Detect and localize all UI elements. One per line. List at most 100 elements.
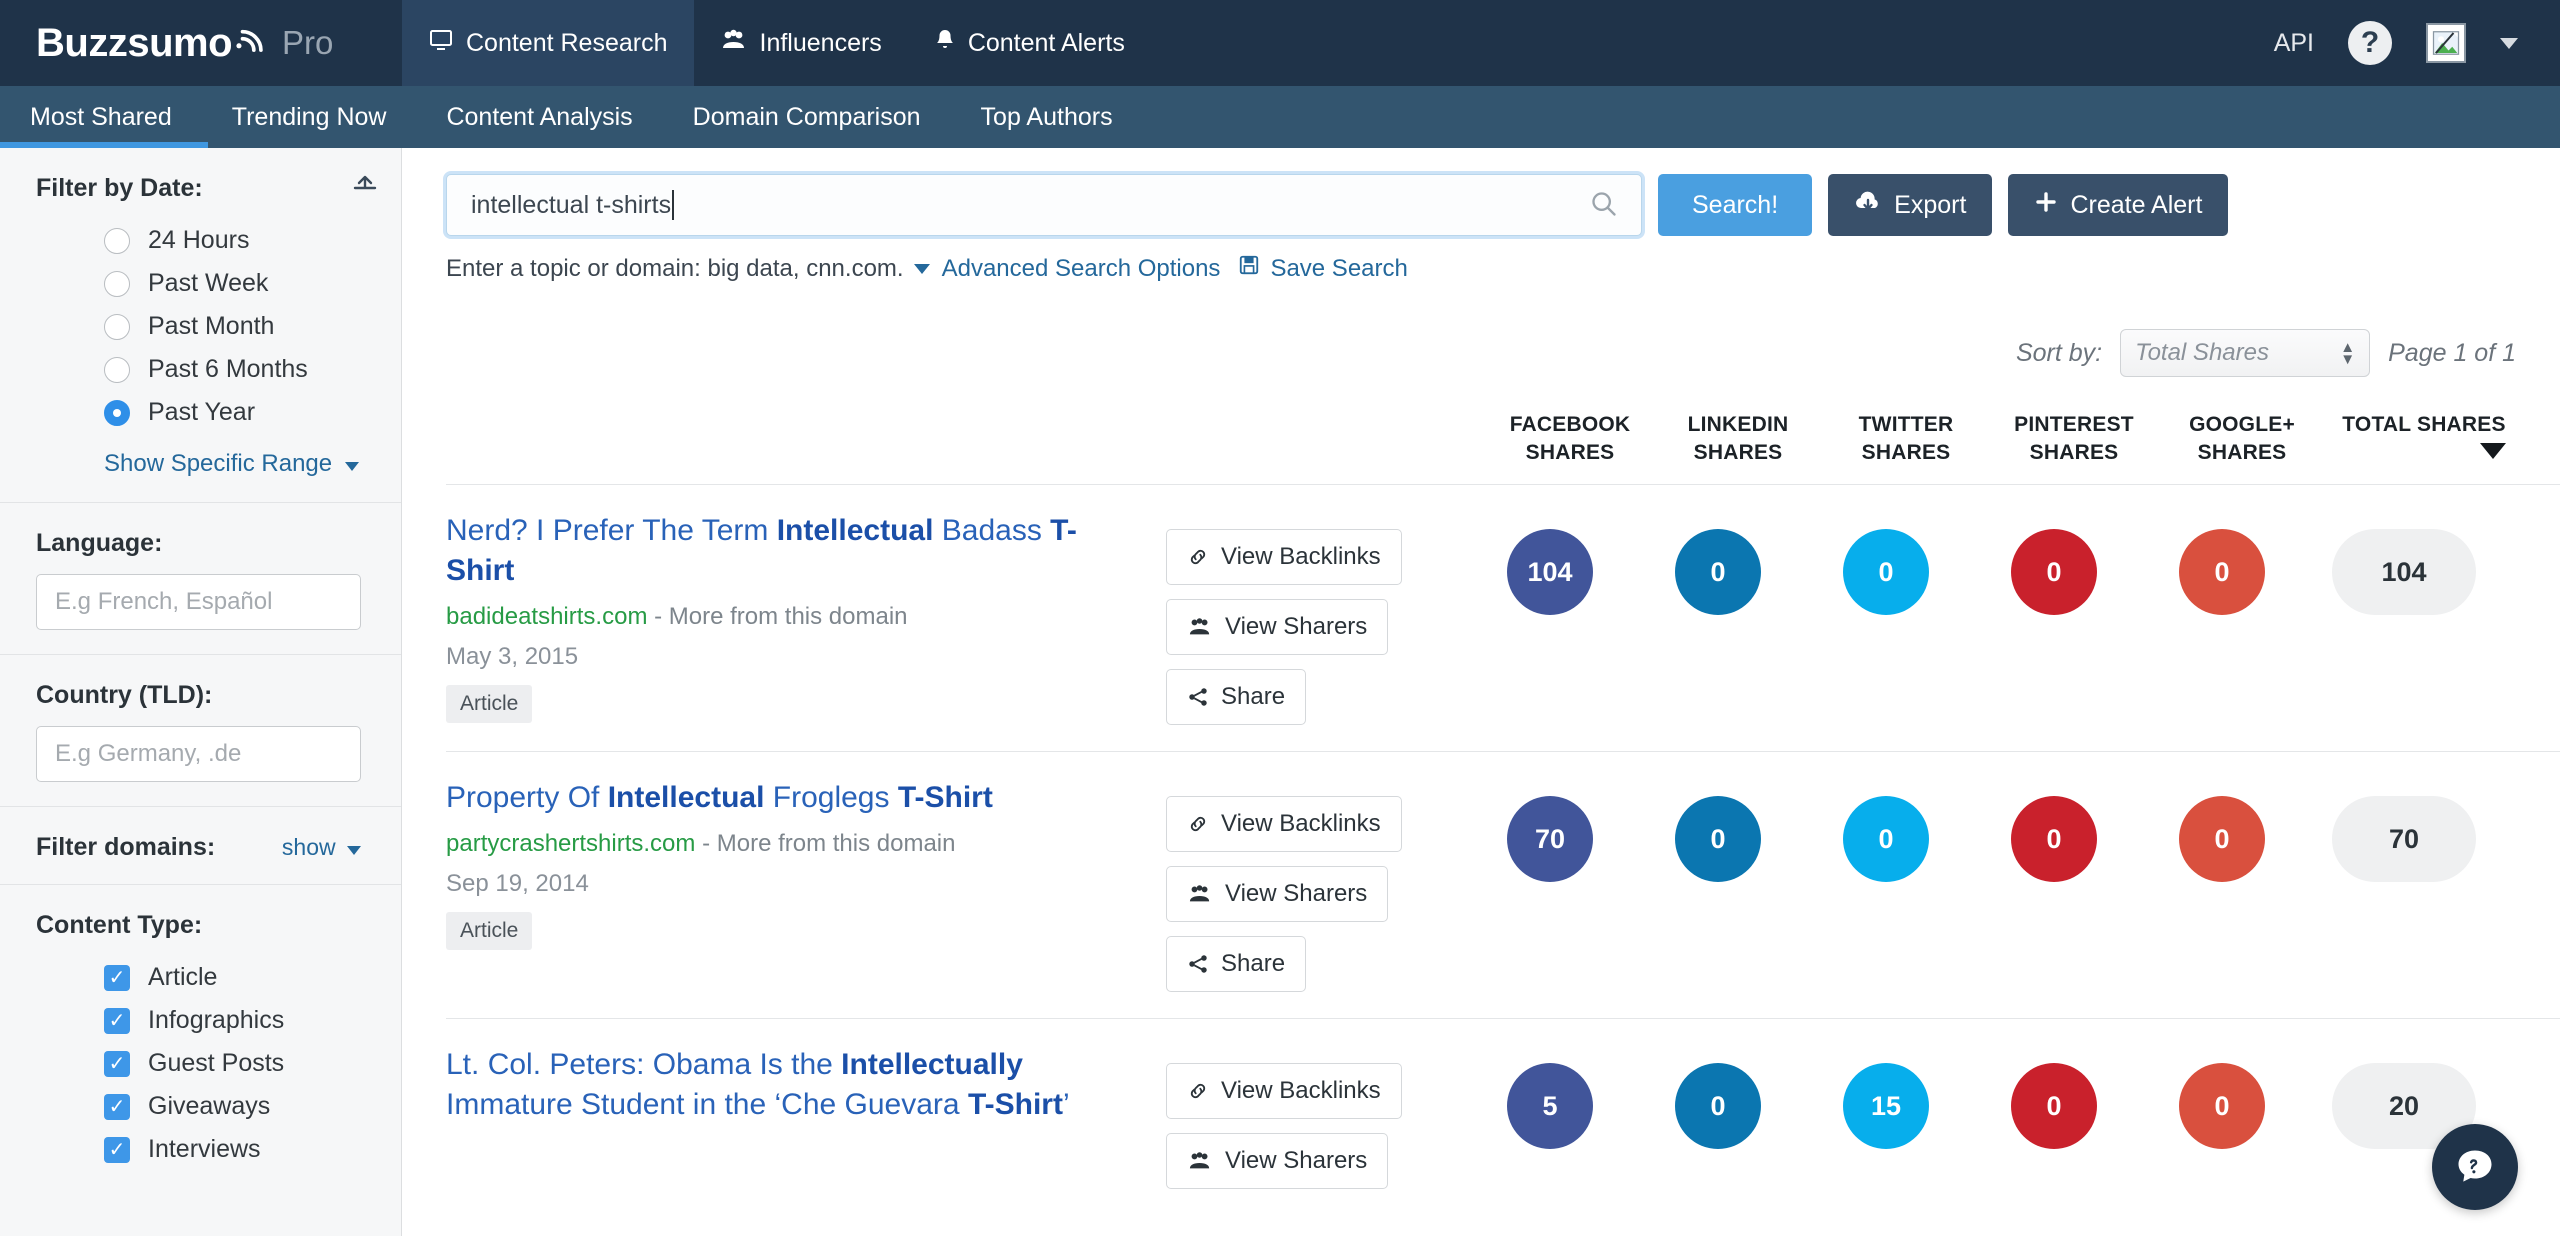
sort-by-select[interactable]: Total Shares ▲ ▼ bbox=[2120, 329, 2371, 377]
filter-domains-title: Filter domains: bbox=[36, 833, 216, 861]
tab-trending-now[interactable]: Trending Now bbox=[202, 86, 417, 148]
share-count-facebook: 104 bbox=[1507, 529, 1593, 616]
link-icon bbox=[1187, 546, 1209, 568]
stat-cell-linkedin: 0 bbox=[1634, 796, 1802, 883]
view-sharers-button[interactable]: View Sharers bbox=[1166, 866, 1389, 923]
share-count-facebook: 70 bbox=[1507, 796, 1593, 883]
more-from-domain-link[interactable]: - More from this domain bbox=[695, 830, 955, 857]
result-title-text: Badass bbox=[933, 514, 1051, 548]
result-details: Property Of Intellectual Froglegs T-Shir… bbox=[446, 778, 1166, 951]
action-button-label: View Backlinks bbox=[1221, 810, 1381, 838]
checkbox-checked-icon[interactable]: ✓ bbox=[104, 1050, 130, 1077]
chevron-down-icon bbox=[344, 462, 359, 471]
view-backlinks-button[interactable]: View Backlinks bbox=[1166, 796, 1402, 853]
result-domain-link[interactable]: partycrashertshirts.com bbox=[446, 830, 695, 857]
stat-cell-googleplus: 0 bbox=[2138, 529, 2306, 616]
search-input[interactable]: intellectual t-shirts bbox=[446, 174, 1642, 236]
checkbox-checked-icon[interactable]: ✓ bbox=[104, 1007, 130, 1034]
advanced-search-options-link[interactable]: Advanced Search Options bbox=[942, 255, 1221, 283]
save-search-link[interactable]: Save Search bbox=[1270, 255, 1407, 283]
help-chat-button[interactable] bbox=[2432, 1124, 2518, 1210]
column-header-twitter-shares[interactable]: TWITTER SHARES bbox=[1822, 411, 1990, 466]
result-details: Lt. Col. Peters: Obama Is the Intellectu… bbox=[446, 1045, 1166, 1124]
column-header-linkedin-shares[interactable]: LINKEDIN SHARES bbox=[1654, 411, 1822, 466]
filter-domains-show-toggle[interactable]: show bbox=[282, 834, 361, 861]
search-icon[interactable] bbox=[1590, 190, 1618, 223]
result-title-highlight: T-Shirt bbox=[897, 781, 993, 815]
nav-item-content-research[interactable]: Content Research bbox=[402, 0, 694, 86]
filter-by-date-section: Filter by Date: 24 Hours Past Week Past … bbox=[0, 148, 401, 503]
action-button-label: Share bbox=[1221, 683, 1286, 711]
tab-most-shared[interactable]: Most Shared bbox=[0, 86, 202, 148]
column-header-googleplus-shares[interactable]: GOOGLE+ SHARES bbox=[2158, 411, 2326, 466]
api-link[interactable]: API bbox=[2274, 29, 2314, 58]
column-line-1: PINTEREST bbox=[2014, 413, 2134, 436]
checkbox-checked-icon[interactable]: ✓ bbox=[104, 964, 130, 991]
radio-icon[interactable] bbox=[104, 313, 130, 340]
create-alert-button[interactable]: Create Alert bbox=[2008, 174, 2229, 236]
column-header-total-shares[interactable]: TOTAL SHARES bbox=[2326, 411, 2522, 466]
date-option-past-month[interactable]: Past Month bbox=[36, 305, 361, 348]
radio-icon[interactable] bbox=[104, 270, 130, 297]
column-line-2: SHARES bbox=[1861, 440, 1951, 464]
share-count-googleplus: 0 bbox=[2179, 796, 2265, 883]
filter-by-date-title: Filter by Date: bbox=[36, 174, 203, 202]
tab-domain-comparison[interactable]: Domain Comparison bbox=[663, 86, 951, 148]
result-title-text: Immature Student in the ‘Che Guevara bbox=[446, 1088, 968, 1122]
share-button[interactable]: Share bbox=[1166, 669, 1307, 726]
content-type-infographics[interactable]: ✓ Infographics bbox=[36, 999, 361, 1042]
content-type-giveaways[interactable]: ✓ Giveaways bbox=[36, 1085, 361, 1128]
date-option-past-6-months[interactable]: Past 6 Months bbox=[36, 348, 361, 391]
share-nodes-icon bbox=[1187, 686, 1209, 708]
show-specific-range-link[interactable]: Show Specific Range bbox=[36, 450, 361, 478]
language-input[interactable] bbox=[36, 574, 361, 630]
chevron-down-icon[interactable] bbox=[2500, 37, 2518, 49]
share-button[interactable]: Share bbox=[1166, 936, 1307, 993]
show-specific-range-label: Show Specific Range bbox=[104, 450, 333, 477]
view-sharers-button[interactable]: View Sharers bbox=[1166, 1133, 1389, 1190]
view-sharers-button[interactable]: View Sharers bbox=[1166, 599, 1389, 656]
tab-top-authors[interactable]: Top Authors bbox=[951, 86, 1143, 148]
avatar[interactable] bbox=[2426, 23, 2466, 63]
column-line-2: SHARES bbox=[1525, 440, 1615, 464]
collapse-sidebar-icon[interactable] bbox=[351, 170, 379, 201]
view-backlinks-button[interactable]: View Backlinks bbox=[1166, 529, 1402, 586]
result-actions: View Backlinks View Sharers bbox=[1166, 1045, 1466, 1190]
content-type-guest-posts[interactable]: ✓ Guest Posts bbox=[36, 1042, 361, 1085]
more-from-domain-link[interactable]: - More from this domain bbox=[647, 603, 907, 630]
result-title-link[interactable]: Property Of Intellectual Froglegs T-Shir… bbox=[446, 778, 1142, 818]
view-backlinks-button[interactable]: View Backlinks bbox=[1166, 1063, 1402, 1120]
content-type-article[interactable]: ✓ Article bbox=[36, 956, 361, 999]
radio-icon[interactable] bbox=[104, 227, 130, 254]
date-option-past-year[interactable]: Past Year bbox=[36, 391, 361, 434]
column-header-facebook-shares[interactable]: FACEBOOK SHARES bbox=[1486, 411, 1654, 466]
content-type-label: Article bbox=[148, 963, 218, 991]
nav-item-content-alerts[interactable]: Content Alerts bbox=[908, 0, 1151, 86]
cloud-download-icon bbox=[1854, 191, 1882, 220]
result-type-badge: Article bbox=[446, 684, 533, 723]
brand-logo[interactable]: Buzzsumo Pro bbox=[0, 0, 402, 86]
search-button[interactable]: Search! bbox=[1658, 174, 1813, 236]
checkbox-checked-icon[interactable]: ✓ bbox=[104, 1093, 130, 1120]
result-title-link[interactable]: Lt. Col. Peters: Obama Is the Intellectu… bbox=[446, 1045, 1142, 1124]
stat-cell-facebook: 104 bbox=[1466, 529, 1634, 616]
radio-icon-selected[interactable] bbox=[104, 399, 130, 426]
radio-icon[interactable] bbox=[104, 356, 130, 383]
help-icon[interactable]: ? bbox=[2348, 21, 2392, 65]
result-domain-link[interactable]: badideatshirts.com bbox=[446, 603, 647, 630]
people-icon bbox=[1187, 1150, 1213, 1172]
checkbox-checked-icon[interactable]: ✓ bbox=[104, 1136, 130, 1163]
tab-content-analysis[interactable]: Content Analysis bbox=[416, 86, 662, 148]
stat-cell-linkedin: 0 bbox=[1634, 529, 1802, 616]
country-input[interactable] bbox=[36, 726, 361, 782]
export-button[interactable]: Export bbox=[1828, 174, 1993, 236]
nav-label: Content Research bbox=[466, 28, 668, 57]
result-title-link[interactable]: Nerd? I Prefer The Term Intellectual Bad… bbox=[446, 511, 1142, 590]
main-content: intellectual t-shirts Search! Export Cre… bbox=[402, 148, 2560, 1236]
content-type-interviews[interactable]: ✓ Interviews bbox=[36, 1128, 361, 1171]
result-title-highlight: Intellectual bbox=[607, 781, 765, 815]
nav-item-influencers[interactable]: Influencers bbox=[694, 0, 908, 86]
column-header-pinterest-shares[interactable]: PINTEREST SHARES bbox=[1990, 411, 2158, 466]
date-option-24-hours[interactable]: 24 Hours bbox=[36, 219, 361, 262]
date-option-past-week[interactable]: Past Week bbox=[36, 262, 361, 305]
